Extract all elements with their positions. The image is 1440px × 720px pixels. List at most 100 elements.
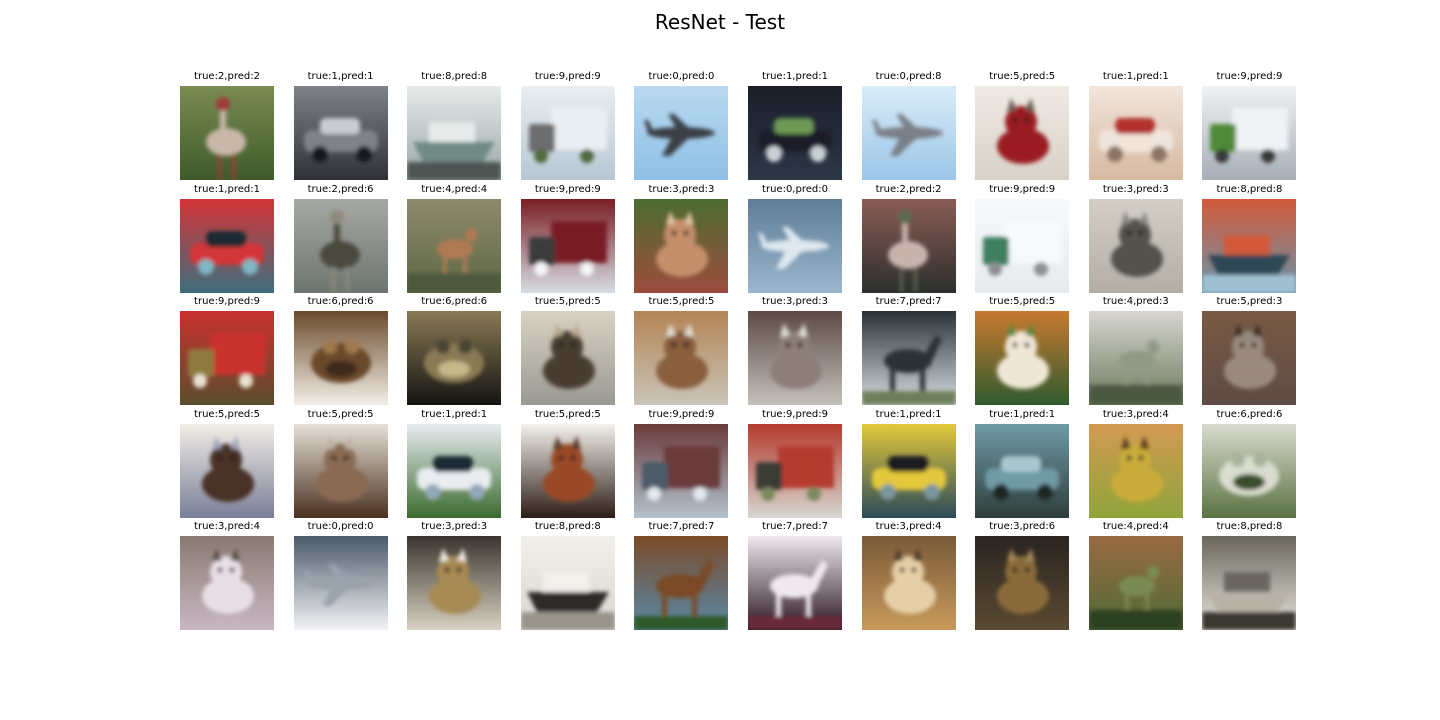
sample-cell: true:1,pred:1 [975, 409, 1070, 518]
sample-cell: true:1,pred:1 [1088, 71, 1183, 180]
sample-image [1088, 198, 1183, 293]
sample-cell: true:3,pred:3 [407, 521, 502, 631]
sample-image [1088, 311, 1183, 406]
dog-thumbnail [634, 311, 729, 406]
sample-caption: true:1,pred:1 [307, 71, 374, 82]
sample-image [634, 86, 729, 180]
sample-image [1202, 86, 1297, 180]
sample-cell: true:7,pred:7 [748, 521, 842, 631]
sample-image [861, 86, 956, 180]
sample-cell: true:5,pred:5 [975, 296, 1070, 406]
sample-caption: true:1,pred:1 [762, 71, 828, 82]
sample-caption: true:4,pred:4 [421, 183, 488, 195]
sample-caption: true:9,pred:9 [648, 408, 715, 420]
sample-image [861, 536, 956, 631]
sample-caption: true:1,pred:1 [194, 183, 260, 195]
sample-image [520, 198, 615, 293]
sample-image [748, 311, 842, 406]
sample-cell: true:3,pred:3 [748, 296, 842, 406]
dog-thumbnail [520, 311, 615, 406]
sample-caption: true:5,pred:3 [1216, 296, 1283, 308]
sample-cell: true:6,pred:6 [1202, 408, 1297, 518]
sample-cell: true:5,pred:5 [520, 296, 615, 406]
sample-caption: true:6,pred:6 [1216, 408, 1283, 420]
sample-caption: true:9,pred:9 [534, 71, 601, 82]
sample-image [634, 198, 729, 293]
sample-caption: true:1,pred:1 [875, 408, 942, 420]
sample-caption: true:9,pred:9 [194, 296, 260, 308]
sample-image [634, 423, 729, 518]
cat-thumbnail [634, 198, 729, 293]
sample-cell: true:3,pred:3 [1088, 183, 1183, 293]
sample-image [1088, 86, 1183, 180]
car-thumbnail [748, 86, 842, 180]
dog-thumbnail [975, 86, 1070, 180]
ship-thumbnail [407, 86, 502, 180]
car-thumbnail [407, 423, 502, 518]
sample-cell: true:1,pred:1 [861, 408, 956, 518]
sample-caption: true:6,pred:6 [421, 296, 488, 308]
sample-cell: true:9,pred:9 [520, 71, 615, 180]
sample-caption: true:5,pred:5 [534, 408, 601, 420]
sample-cell: true:8,pred:8 [1202, 184, 1297, 293]
airplane-thumbnail [293, 536, 388, 631]
horse-thumbnail [748, 536, 842, 631]
sample-cell: true:3,pred:4 [861, 521, 956, 631]
sample-image [748, 86, 842, 180]
sample-caption: true:0,pred:0 [648, 71, 715, 82]
sample-cell: true:9,pred:9 [1202, 71, 1297, 180]
sample-caption: true:5,pred:5 [989, 71, 1056, 82]
airplane-thumbnail [748, 198, 842, 293]
sample-cell: true:2,pred:2 [861, 183, 956, 293]
sample-image [293, 423, 388, 518]
sample-cell: true:5,pred:5 [293, 409, 388, 518]
sample-image [293, 311, 388, 406]
sample-cell: true:8,pred:8 [407, 71, 502, 180]
sample-image [520, 86, 615, 180]
sample-image [180, 423, 274, 518]
sample-image [407, 86, 502, 180]
sample-cell: true:9,pred:9 [180, 296, 274, 406]
sample-caption: true:8,pred:8 [1216, 521, 1283, 533]
dog-thumbnail [975, 311, 1070, 406]
sample-caption: true:9,pred:9 [1216, 71, 1283, 82]
frog-thumbnail [1202, 423, 1297, 518]
sample-caption: true:9,pred:9 [762, 408, 828, 420]
deer-thumbnail [1088, 536, 1183, 631]
frog-thumbnail [293, 311, 388, 406]
sample-image [975, 86, 1070, 180]
sample-caption: true:7,pred:7 [875, 296, 942, 308]
sample-caption: true:6,pred:6 [307, 296, 374, 308]
sample-cell: true:1,pred:1 [407, 409, 502, 518]
sample-image [861, 423, 956, 518]
sample-caption: true:2,pred:2 [875, 183, 942, 195]
sample-caption: true:8,pred:8 [534, 521, 601, 533]
sample-caption: true:3,pred:6 [989, 521, 1056, 533]
cat-thumbnail [180, 536, 274, 631]
sample-caption: true:5,pred:5 [534, 296, 601, 308]
sample-cell: true:3,pred:6 [975, 521, 1070, 631]
sample-caption: true:2,pred:6 [307, 183, 374, 195]
sample-cell: true:9,pred:9 [975, 184, 1070, 293]
sample-image [180, 536, 274, 631]
sample-image [1202, 423, 1297, 518]
truck-thumbnail [975, 198, 1070, 293]
sample-image [520, 423, 615, 518]
sample-caption: true:5,pred:5 [989, 296, 1056, 308]
sample-cell: true:8,pred:8 [520, 521, 615, 631]
sample-image [748, 423, 842, 518]
sample-image [1202, 198, 1297, 293]
sample-caption: true:9,pred:9 [534, 183, 601, 195]
sample-caption: true:4,pred:3 [1102, 296, 1169, 308]
sample-grid: true:2,pred:2 true:1,pred:1 true:8,pred:8 t… [0, 0, 1440, 720]
sample-cell: true:2,pred:2 [180, 71, 274, 180]
sample-caption: true:3,pred:3 [1102, 183, 1169, 195]
sample-cell: true:9,pred:9 [748, 408, 842, 518]
sample-caption: true:5,pred:5 [648, 296, 715, 308]
car-thumbnail [180, 198, 274, 293]
sample-cell: true:1,pred:1 [748, 71, 842, 180]
sample-cell: true:6,pred:6 [293, 296, 388, 406]
sample-cell: true:1,pred:1 [180, 183, 274, 293]
sample-caption: true:3,pred:4 [194, 521, 260, 533]
sample-cell: true:3,pred:3 [634, 184, 729, 293]
